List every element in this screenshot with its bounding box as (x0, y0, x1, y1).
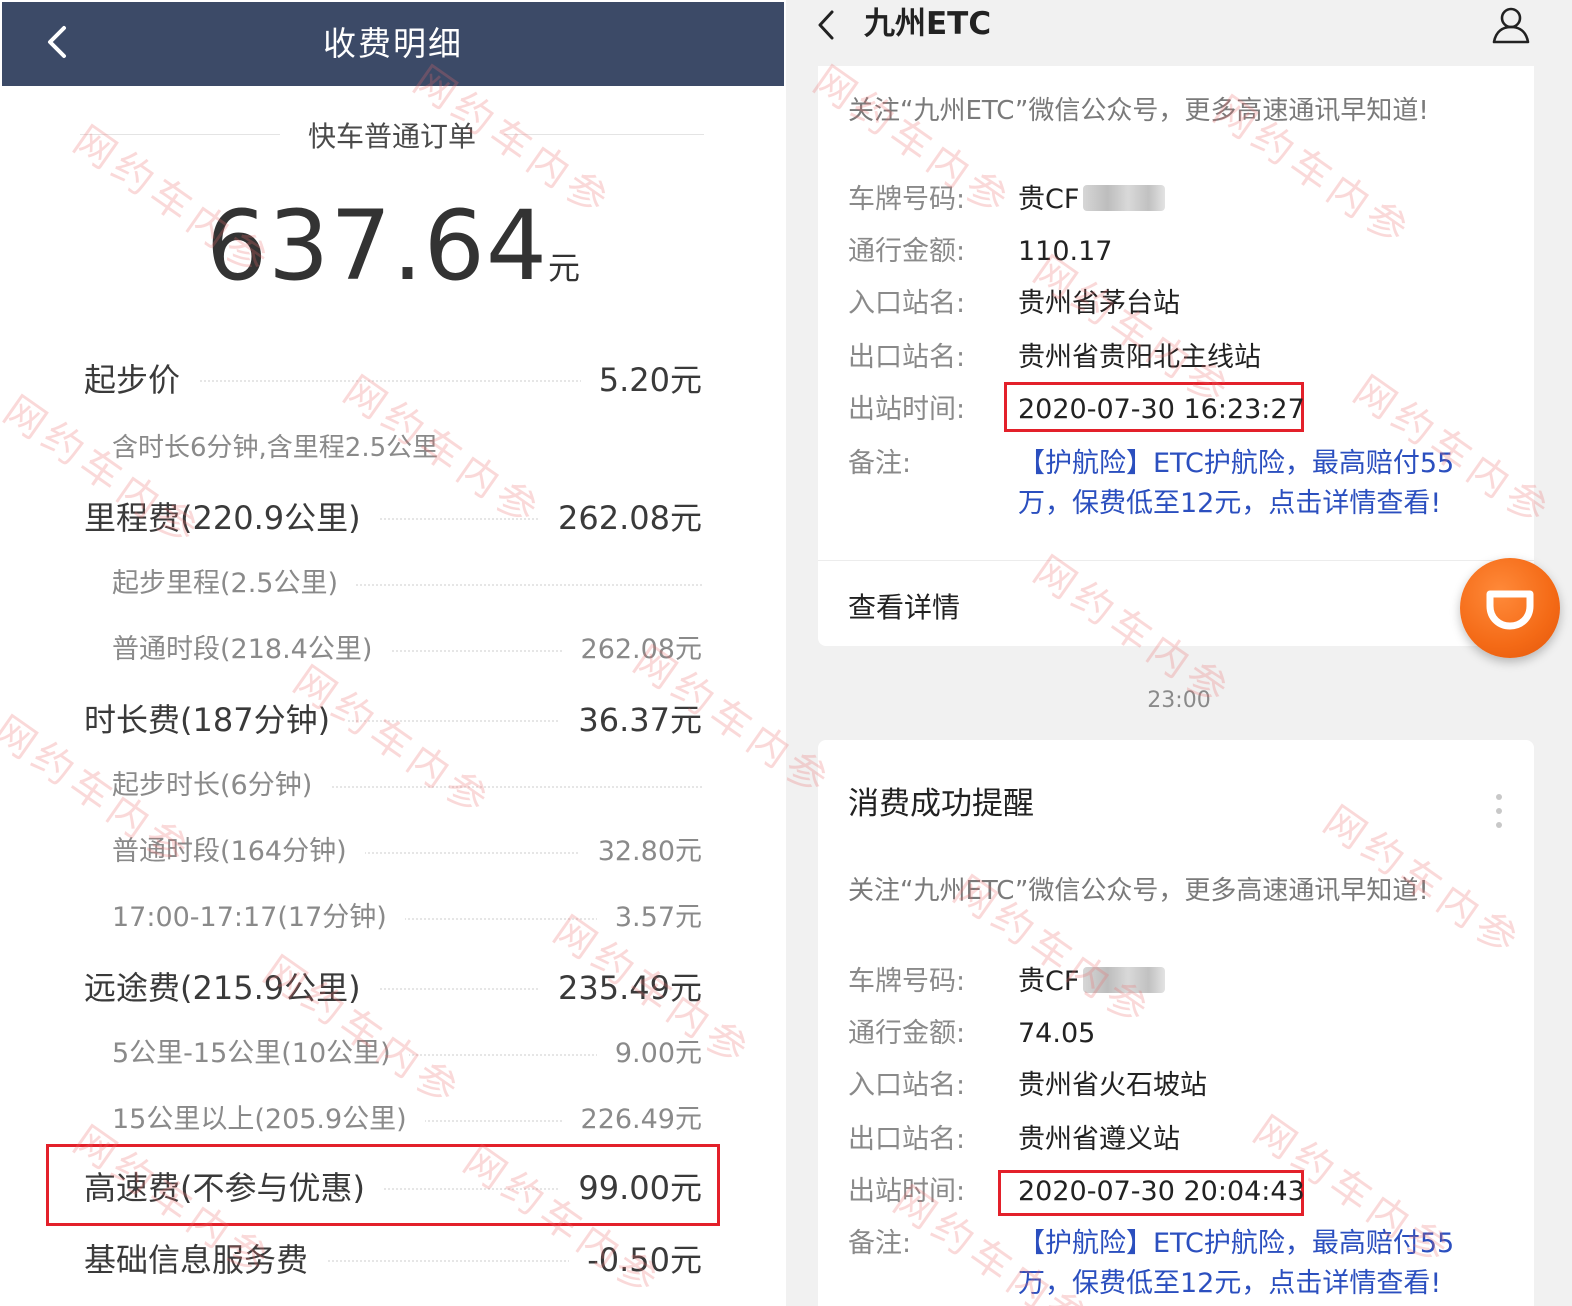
fee-subrow: 5公里-15公里(10公里) 9.00元 (112, 1030, 702, 1078)
fee-label: 时长费(187分钟) (84, 696, 349, 744)
fee-label: 起步价 (84, 356, 199, 404)
exit-time-row: 出站时间: 2020-07-30 20:04:43 (848, 1172, 1508, 1212)
fee-value: 262.08元 (540, 494, 702, 542)
amount-row: 通行金额: 74.05 (848, 1014, 1508, 1054)
amount-value: 110.17 (1018, 236, 1113, 267)
fee-detail-panel: 收费明细 快车普通订单 637.64元 起步价 5.20元 含时长6分钟,含里程… (0, 0, 786, 1306)
entry-row: 入口站名: 贵州省火石坡站 (848, 1066, 1508, 1106)
user-icon[interactable] (1490, 4, 1532, 46)
plate-label: 车牌号码: (848, 184, 966, 215)
chevron-left-icon[interactable] (812, 6, 842, 44)
fee-subrow: 普通时段(218.4公里) 262.08元 (112, 626, 702, 674)
plate-label: 车牌号码: (848, 966, 966, 997)
fee-value: 36.37元 (560, 696, 702, 744)
remark-label: 备注: (848, 448, 912, 479)
fee-label: 17:00-17:17(17分钟) (112, 894, 405, 942)
exit-row: 出口站名: 贵州省贵阳北主线站 (848, 338, 1508, 378)
entry-value: 贵州省茅台站 (1018, 288, 1180, 319)
exit-time-label: 出站时间: (848, 394, 966, 425)
wechat-notice: 关注“九州ETC”微信公众号，更多高速通讯早知道! (848, 876, 1429, 906)
fee-label: 高速费(不参与优惠) (84, 1164, 383, 1212)
plate-value: 贵CF (1018, 962, 1166, 1002)
entry-row: 入口站名: 贵州省茅台站 (848, 284, 1508, 324)
fee-row-duration: 时长费(187分钟) 36.37元 (84, 696, 702, 744)
fee-subrow: 起步时长(6分钟) (112, 762, 702, 810)
fee-label: 普通时段(218.4公里) (112, 626, 391, 674)
fee-value: 262.08元 (562, 626, 702, 674)
didi-logo-icon[interactable] (1460, 558, 1560, 658)
amount-label: 通行金额: (848, 1018, 966, 1049)
plate-blur-mask (1083, 185, 1166, 211)
fee-label: 普通时段(164分钟) (112, 828, 365, 876)
fee-subrow: 普通时段(164分钟) 32.80元 (112, 828, 702, 876)
view-details-link[interactable]: 查看详情 (848, 586, 960, 626)
message-timestamp: 23:00 (1147, 688, 1211, 713)
plate-row: 车牌号码: 贵CF (848, 962, 1508, 1002)
page-title: 收费明细 (323, 24, 463, 63)
total-amount-unit: 元 (547, 249, 580, 287)
entry-label: 入口站名: (848, 288, 966, 319)
exit-value: 贵州省贵阳北主线站 (1018, 342, 1261, 373)
fee-label: 里程费(220.9公里) (84, 494, 379, 542)
exit-time-label: 出站时间: (848, 1176, 966, 1207)
fee-subrow: 17:00-17:17(17分钟) 3.57元 (112, 894, 702, 942)
fee-label: 起步里程(2.5公里) (112, 560, 357, 608)
fee-subrow: 起步里程(2.5公里) (112, 560, 702, 608)
exit-time-row: 出站时间: 2020-07-30 16:23:27 (848, 390, 1508, 430)
plate-row: 车牌号码: 贵CF (848, 180, 1508, 220)
chat-header: 九州ETC (786, 0, 1572, 50)
remark-link[interactable]: 【护航险】ETC护航险，最高赔付55万，保费低至12元，点击详情查看! (1018, 1224, 1488, 1304)
plate-value: 贵CF (1018, 180, 1166, 220)
fee-row-mileage: 里程费(220.9公里) 262.08元 (84, 494, 702, 542)
amount-label: 通行金额: (848, 236, 966, 267)
fee-value: 99.00元 (560, 1164, 702, 1212)
fee-label: 起步时长(6分钟) (112, 762, 331, 810)
fee-label: 基础信息服务费 (84, 1236, 327, 1284)
exit-time-value: 2020-07-30 20:04:43 (1018, 1176, 1305, 1207)
fee-row-highway: 高速费(不参与优惠) 99.00元 (84, 1164, 702, 1212)
amount-row: 通行金额: 110.17 (848, 232, 1508, 272)
top-nav-bar: 收费明细 (2, 2, 784, 86)
fee-subrow: 15公里以上(205.9公里) 226.49元 (112, 1096, 702, 1144)
wechat-notice: 关注“九州ETC”微信公众号，更多高速通讯早知道! (848, 96, 1429, 126)
more-options-icon[interactable] (1496, 794, 1504, 836)
entry-label: 入口站名: (848, 1070, 966, 1101)
fee-row-long-distance: 远途费(215.9公里) 235.49元 (84, 964, 702, 1012)
fee-row-base: 起步价 5.20元 (84, 356, 702, 404)
entry-value: 贵州省火石坡站 (1018, 1070, 1207, 1101)
etc-message-card[interactable]: 关注“九州ETC”微信公众号，更多高速通讯早知道! 车牌号码: 贵CF 通行金额… (818, 66, 1534, 646)
exit-row: 出口站名: 贵州省遵义站 (848, 1120, 1508, 1160)
card-divider (818, 560, 1534, 561)
plate-blur-mask (1083, 967, 1166, 993)
order-type-section: 快车普通订单 (80, 112, 704, 164)
fee-value: 5.20元 (580, 356, 702, 404)
fee-value: 9.00元 (596, 1030, 702, 1078)
fee-label: 15公里以上(205.9公里) (112, 1096, 425, 1144)
fee-value: 32.80元 (579, 828, 702, 876)
fee-value: 226.49元 (562, 1096, 702, 1144)
amount-value: 74.05 (1018, 1018, 1096, 1049)
fee-value: 235.49元 (540, 964, 702, 1012)
total-amount: 637.64元 (0, 190, 786, 310)
etc-message-card[interactable]: 消费成功提醒 关注“九州ETC”微信公众号，更多高速通讯早知道! 车牌号码: 贵… (818, 740, 1534, 1306)
order-type-label: 快车普通订单 (307, 120, 476, 153)
chat-title: 九州ETC (864, 6, 992, 42)
card-title: 消费成功提醒 (848, 786, 1034, 822)
remark-link[interactable]: 【护航险】ETC护航险，最高赔付55万，保费低至12元，点击详情查看! (1018, 444, 1488, 524)
fee-value: 3.57元 (596, 894, 702, 942)
exit-label: 出口站名: (848, 342, 966, 373)
exit-time-value: 2020-07-30 16:23:27 (1018, 394, 1305, 425)
total-amount-value: 637.64 (206, 190, 548, 302)
fee-label: 远途费(215.9公里) (84, 964, 379, 1012)
remark-label: 备注: (848, 1228, 912, 1259)
fee-value: -0.50元 (569, 1236, 702, 1284)
fee-note: 含时长6分钟,含里程2.5公里 (112, 433, 439, 463)
fee-label: 5公里-15公里(10公里) (112, 1030, 409, 1078)
exit-value: 贵州省遵义站 (1018, 1124, 1180, 1155)
fee-row-info-service: 基础信息服务费 -0.50元 (84, 1236, 702, 1284)
etc-message-panel: 九州ETC 关注“九州ETC”微信公众号，更多高速通讯早知道! 车牌号码: 贵C… (786, 0, 1572, 1306)
exit-label: 出口站名: (848, 1124, 966, 1155)
